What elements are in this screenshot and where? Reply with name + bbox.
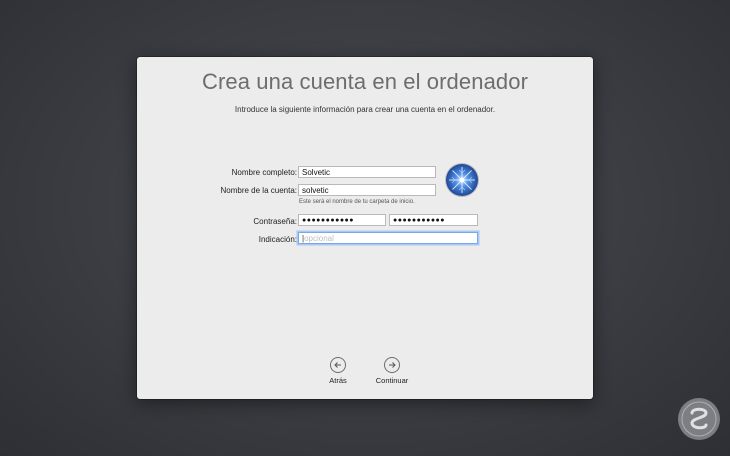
arrow-right-circle-icon xyxy=(384,357,400,373)
full-name-field[interactable]: Solvetic xyxy=(298,166,436,178)
continue-label: Continuar xyxy=(375,376,409,385)
back-button[interactable]: Atrás xyxy=(308,357,368,385)
hint-placeholder: opcional xyxy=(304,234,334,243)
account-name-field[interactable]: solvetic xyxy=(298,184,436,196)
arrow-left-circle-icon xyxy=(330,357,346,373)
verify-password-field[interactable]: ●●●●●●●●●●● xyxy=(389,214,478,226)
back-label: Atrás xyxy=(329,376,347,385)
account-name-help: Este será el nombre de tu carpeta de ini… xyxy=(299,199,415,205)
password-label: Contraseña: xyxy=(253,217,297,226)
page-title: Crea una cuenta en el ordenador xyxy=(202,69,528,94)
full-name-label: Nombre completo: xyxy=(231,168,297,177)
snowflake-avatar-icon xyxy=(446,164,478,196)
continue-button[interactable]: Continuar xyxy=(362,357,422,385)
user-avatar[interactable] xyxy=(446,164,478,196)
page-subtitle: Introduce la siguiente información para … xyxy=(234,105,496,114)
hint-label: Indicación: xyxy=(258,235,297,244)
hint-field[interactable]: |opcional xyxy=(298,232,478,244)
account-name-label: Nombre de la cuenta: xyxy=(220,186,298,195)
solvetic-logo-icon xyxy=(678,398,720,440)
setup-window: Crea una cuenta en el ordenador Introduc… xyxy=(137,57,593,399)
password-field[interactable]: ●●●●●●●●●●● xyxy=(298,214,386,226)
